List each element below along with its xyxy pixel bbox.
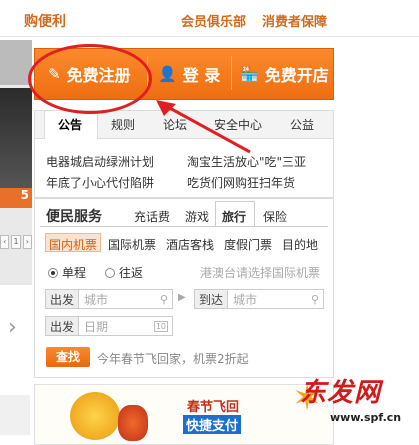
arrive-city-input[interactable]: 城市 <box>228 291 311 308</box>
subtab-vacation[interactable]: 度假门票 <box>224 236 272 253</box>
subtab-hotels[interactable]: 酒店客栈 <box>166 236 214 253</box>
left-bottom-thumb <box>0 395 30 435</box>
open-store-label: 免费开店 <box>264 66 329 85</box>
user-icon: 👤 <box>158 65 177 83</box>
subtab-domestic-flights[interactable]: 国内机票 <box>49 236 97 253</box>
pager-next[interactable]: › <box>22 235 32 249</box>
carousel-image[interactable] <box>0 88 32 188</box>
services-title: 便民服务 <box>46 209 102 225</box>
tab-charity[interactable]: 公益 <box>290 116 314 133</box>
open-store-button[interactable]: 🏪 免费开店 <box>240 62 329 86</box>
depart-label: 出发 <box>46 290 80 308</box>
flight-promo[interactable]: 今年春节飞回家，机票2折起 <box>97 350 249 367</box>
news-item[interactable]: 年底了小心代付陷阱 <box>46 174 154 191</box>
subtab-intl-flights[interactable]: 国际机票 <box>108 236 156 253</box>
banner-subtitle: 快捷支付 <box>183 415 242 434</box>
radio-dot <box>105 267 115 278</box>
mascot-illustration <box>118 405 148 441</box>
login-label: 登 录 <box>182 66 221 85</box>
watermark-url: www.spf.cn <box>330 411 402 424</box>
pager-1[interactable]: 1 <box>11 235 21 249</box>
arrive-label: 到达 <box>195 290 229 308</box>
round-trip-radio[interactable]: 往返 <box>105 264 143 281</box>
site-title[interactable]: 购便利 <box>24 11 66 31</box>
top-divider <box>0 36 419 37</box>
one-way-label: 单程 <box>62 266 87 280</box>
arrow-right-icon: ▶ <box>178 292 186 303</box>
depart-city-field[interactable]: 出发 城市 ⚲ <box>45 289 173 309</box>
carousel-badge: 5 <box>0 188 32 208</box>
consumer-protection-link[interactable]: 消费者保障 <box>262 11 327 30</box>
depart-date-field[interactable]: 出发 日期 10 <box>45 316 173 336</box>
news-item[interactable]: 吃货们网购狂扫年货 <box>187 174 295 191</box>
tab-games[interactable]: 游戏 <box>185 208 209 225</box>
annotation-ellipse <box>28 44 152 114</box>
watermark-logo: 东发网 <box>300 378 382 408</box>
tab-insurance[interactable]: 保险 <box>263 208 287 225</box>
action-separator <box>231 56 232 90</box>
location-pin-icon: ⚲ <box>310 292 319 306</box>
pager-prev[interactable]: ‹ <box>0 235 10 249</box>
date-input[interactable]: 日期 <box>79 318 154 335</box>
mascot-illustration <box>70 392 120 440</box>
one-way-radio[interactable]: 单程 <box>48 264 86 281</box>
carousel-pager: ‹ 1 › <box>0 235 32 249</box>
banner-title: 春节飞回 <box>187 400 240 415</box>
tab-rules[interactable]: 规则 <box>111 116 135 133</box>
subtab-destination[interactable]: 目的地 <box>282 236 318 253</box>
intl-hint: 港澳台请选择国际机票 <box>200 266 321 280</box>
calendar-icon[interactable]: 10 <box>153 320 168 332</box>
tab-recharge[interactable]: 充话费 <box>134 208 170 225</box>
chevron-right-icon[interactable]: › <box>8 315 17 340</box>
depart-city-input[interactable]: 城市 <box>79 291 160 308</box>
services-divider <box>40 226 328 227</box>
annotation-arrow <box>156 100 251 154</box>
radio-dot <box>48 267 58 278</box>
round-trip-label: 往返 <box>119 266 144 280</box>
member-club-link[interactable]: 会员俱乐部 <box>181 11 246 30</box>
tab-notice[interactable]: 公告 <box>58 116 83 133</box>
tab-travel[interactable]: 旅行 <box>222 208 246 225</box>
search-button[interactable]: 查找 <box>46 347 90 367</box>
arrive-city-field[interactable]: 到达 城市 ⚲ <box>194 289 324 309</box>
location-pin-icon: ⚲ <box>159 292 168 306</box>
login-button[interactable]: 👤 登 录 <box>158 62 220 86</box>
news-item[interactable]: 电器城启动绿洲计划 <box>46 153 154 170</box>
shop-icon: 🏪 <box>240 65 259 83</box>
date-label: 出发 <box>46 317 80 335</box>
